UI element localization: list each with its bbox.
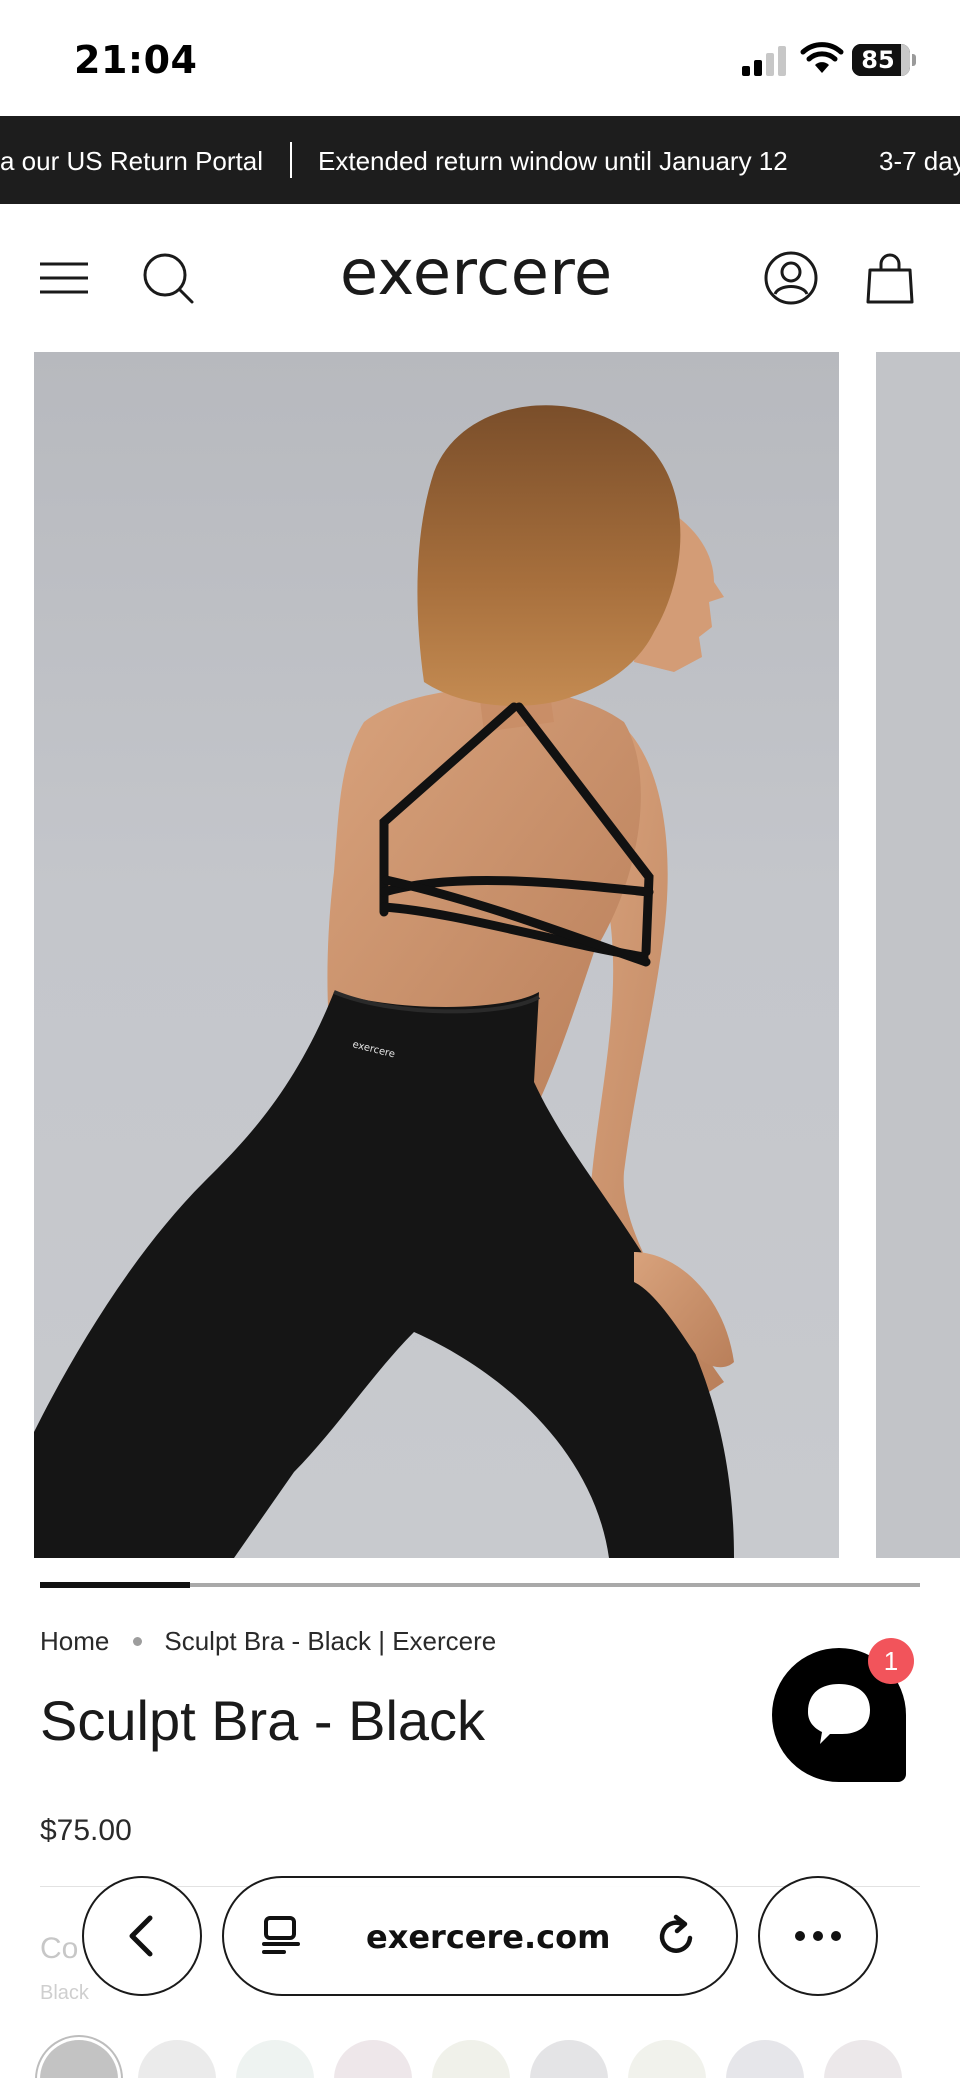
wifi-icon: [800, 42, 844, 73]
cellular-signal-icon: [742, 44, 788, 76]
gallery-progress-fill: [40, 1582, 190, 1588]
browser-back-button[interactable]: [82, 1876, 202, 1996]
product-photo-illustration: exercere: [34, 405, 734, 1558]
color-swatch[interactable]: [726, 2040, 804, 2078]
color-swatch[interactable]: [334, 2040, 412, 2078]
color-swatch[interactable]: [236, 2040, 314, 2078]
account-icon[interactable]: [763, 250, 819, 306]
breadcrumb: Home Sculpt Bra - Black | Exercere: [40, 1626, 496, 1657]
color-swatch[interactable]: [138, 2040, 216, 2078]
color-swatches: [40, 2040, 960, 2078]
product-gallery[interactable]: exercere: [0, 352, 960, 1562]
breadcrumb-home[interactable]: Home: [40, 1626, 109, 1656]
breadcrumb-current: Sculpt Bra - Black | Exercere: [164, 1626, 497, 1656]
gallery-progress-bar: [40, 1582, 920, 1588]
page-menu-icon[interactable]: [260, 1914, 304, 1958]
next-product-image[interactable]: [876, 352, 960, 1558]
site-logo[interactable]: exercere: [340, 236, 613, 309]
selected-color-value: Black: [40, 1982, 89, 2004]
chat-notification-badge: 1: [868, 1638, 914, 1684]
color-swatch[interactable]: [40, 2040, 118, 2078]
color-swatch[interactable]: [432, 2040, 510, 2078]
browser-more-button[interactable]: [758, 1876, 878, 1996]
status-time: 21:04: [74, 38, 198, 82]
product-title: Sculpt Bra - Black: [40, 1689, 486, 1752]
product-image[interactable]: exercere: [34, 352, 839, 1558]
color-swatch[interactable]: [530, 2040, 608, 2078]
browser-address-bar[interactable]: exercere.com: [222, 1876, 738, 1996]
breadcrumb-separator: [133, 1636, 143, 1646]
announcement-divider: [290, 142, 292, 178]
announcement-bar: a our US Return Portal Extended return w…: [0, 116, 960, 204]
search-icon[interactable]: [140, 250, 196, 306]
announcement-item[interactable]: 3-7 day: [879, 146, 960, 177]
battery-level: 85: [861, 46, 895, 74]
status-bar: 21:04 85: [0, 0, 960, 116]
chevron-left-icon: [129, 1915, 153, 1957]
color-label: Co: [40, 1932, 79, 1965]
product-price: $75.00: [40, 1814, 132, 1847]
shopping-bag-icon[interactable]: [862, 250, 918, 306]
reload-icon[interactable]: [652, 1912, 700, 1960]
color-swatch[interactable]: [628, 2040, 706, 2078]
site-header: exercere: [0, 204, 960, 352]
color-swatch[interactable]: [824, 2040, 902, 2078]
battery-icon: 85: [852, 44, 916, 76]
more-options-icon: [795, 1931, 841, 1941]
menu-icon[interactable]: [36, 250, 92, 306]
announcement-item[interactable]: Extended return window until January 12: [318, 146, 788, 177]
browser-url[interactable]: exercere.com: [366, 1918, 610, 1956]
announcement-item[interactable]: a our US Return Portal: [0, 146, 263, 177]
